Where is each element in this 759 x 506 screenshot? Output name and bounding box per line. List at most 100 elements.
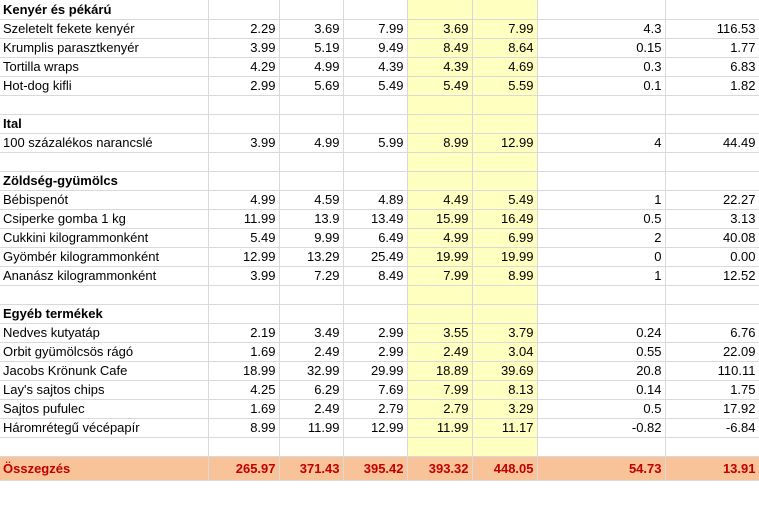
value-cell[interactable] [407, 114, 473, 134]
value-cell[interactable] [537, 0, 666, 20]
value-cell[interactable]: 40.08 [665, 228, 759, 248]
value-cell[interactable] [665, 304, 759, 324]
value-cell[interactable]: 3.55 [407, 323, 473, 343]
row-label-cell[interactable]: Tortilla wraps [0, 57, 209, 77]
value-cell[interactable] [343, 171, 408, 191]
value-cell[interactable]: 4.39 [343, 57, 408, 77]
value-cell[interactable] [208, 304, 280, 324]
value-cell[interactable]: 6.49 [343, 228, 408, 248]
value-cell[interactable]: 7.69 [343, 380, 408, 400]
value-cell[interactable]: 8.13 [472, 380, 538, 400]
value-cell[interactable] [407, 171, 473, 191]
value-cell[interactable] [208, 152, 280, 172]
value-cell[interactable]: 2.79 [407, 399, 473, 419]
value-cell[interactable] [208, 114, 280, 134]
value-cell[interactable]: 1 [537, 190, 666, 210]
value-cell[interactable]: 19.99 [472, 247, 538, 267]
value-cell[interactable] [407, 437, 473, 457]
value-cell[interactable]: 7.99 [343, 19, 408, 39]
value-cell[interactable] [537, 304, 666, 324]
value-cell[interactable]: 19.99 [407, 247, 473, 267]
value-cell[interactable]: 4.89 [343, 190, 408, 210]
value-cell[interactable]: 4.25 [208, 380, 280, 400]
value-cell[interactable]: 265.97 [208, 456, 280, 481]
value-cell[interactable] [537, 152, 666, 172]
value-cell[interactable]: 2.49 [279, 399, 344, 419]
row-label-cell[interactable]: Zöldség-gyümölcs [0, 171, 209, 191]
value-cell[interactable]: 54.73 [537, 456, 666, 481]
value-cell[interactable]: 13.49 [343, 209, 408, 229]
value-cell[interactable] [472, 171, 538, 191]
value-cell[interactable]: 18.99 [208, 361, 280, 381]
value-cell[interactable] [537, 437, 666, 457]
value-cell[interactable]: 9.99 [279, 228, 344, 248]
value-cell[interactable]: 8.99 [472, 266, 538, 286]
row-label-cell[interactable]: Orbit gyümölcsös rágó [0, 342, 209, 362]
value-cell[interactable]: 12.52 [665, 266, 759, 286]
row-label-cell[interactable] [0, 95, 209, 115]
row-label-cell[interactable]: Ital [0, 114, 209, 134]
value-cell[interactable]: 22.27 [665, 190, 759, 210]
value-cell[interactable]: 2.49 [279, 342, 344, 362]
value-cell[interactable]: 3.69 [279, 19, 344, 39]
value-cell[interactable]: 29.99 [343, 361, 408, 381]
value-cell[interactable]: 25.49 [343, 247, 408, 267]
value-cell[interactable]: 7.29 [279, 266, 344, 286]
value-cell[interactable] [665, 0, 759, 20]
value-cell[interactable]: 4.99 [208, 190, 280, 210]
value-cell[interactable]: 3.99 [208, 133, 280, 153]
row-label-cell[interactable]: Szeletelt fekete kenyér [0, 19, 209, 39]
value-cell[interactable]: 3.29 [472, 399, 538, 419]
value-cell[interactable]: 2 [537, 228, 666, 248]
value-cell[interactable] [665, 437, 759, 457]
value-cell[interactable]: 1.69 [208, 342, 280, 362]
value-cell[interactable]: 6.99 [472, 228, 538, 248]
value-cell[interactable]: 5.99 [343, 133, 408, 153]
value-cell[interactable]: -6.84 [665, 418, 759, 438]
value-cell[interactable]: 6.29 [279, 380, 344, 400]
value-cell[interactable]: 4.3 [537, 19, 666, 39]
value-cell[interactable] [279, 95, 344, 115]
value-cell[interactable] [279, 152, 344, 172]
value-cell[interactable]: 3.79 [472, 323, 538, 343]
value-cell[interactable] [407, 152, 473, 172]
value-cell[interactable]: 393.32 [407, 456, 473, 481]
value-cell[interactable]: 13.91 [665, 456, 759, 481]
value-cell[interactable]: 2.99 [343, 323, 408, 343]
value-cell[interactable]: 22.09 [665, 342, 759, 362]
value-cell[interactable]: 1 [537, 266, 666, 286]
value-cell[interactable]: 6.76 [665, 323, 759, 343]
value-cell[interactable]: 4.99 [407, 228, 473, 248]
value-cell[interactable] [472, 95, 538, 115]
value-cell[interactable]: 15.99 [407, 209, 473, 229]
value-cell[interactable] [472, 114, 538, 134]
value-cell[interactable] [279, 0, 344, 20]
value-cell[interactable] [208, 95, 280, 115]
value-cell[interactable]: 12.99 [472, 133, 538, 153]
value-cell[interactable]: 5.59 [472, 76, 538, 96]
value-cell[interactable]: 2.49 [407, 342, 473, 362]
value-cell[interactable] [208, 285, 280, 305]
row-label-cell[interactable]: Nedves kutyatáp [0, 323, 209, 343]
value-cell[interactable]: 6.83 [665, 57, 759, 77]
value-cell[interactable]: 13.9 [279, 209, 344, 229]
value-cell[interactable]: 3.13 [665, 209, 759, 229]
value-cell[interactable] [472, 304, 538, 324]
value-cell[interactable]: 32.99 [279, 361, 344, 381]
value-cell[interactable]: 3.69 [407, 19, 473, 39]
value-cell[interactable]: 116.53 [665, 19, 759, 39]
value-cell[interactable] [537, 171, 666, 191]
row-label-cell[interactable]: Egyéb termékek [0, 304, 209, 324]
value-cell[interactable] [343, 152, 408, 172]
value-cell[interactable] [208, 0, 280, 20]
value-cell[interactable]: 12.99 [208, 247, 280, 267]
value-cell[interactable] [343, 285, 408, 305]
value-cell[interactable]: 8.64 [472, 38, 538, 58]
value-cell[interactable] [208, 437, 280, 457]
row-label-cell[interactable]: Hot-dog kifli [0, 76, 209, 96]
value-cell[interactable]: 448.05 [472, 456, 538, 481]
row-label-cell[interactable]: Cukkini kilogrammonként [0, 228, 209, 248]
row-label-cell[interactable] [0, 152, 209, 172]
value-cell[interactable] [407, 0, 473, 20]
value-cell[interactable] [343, 304, 408, 324]
